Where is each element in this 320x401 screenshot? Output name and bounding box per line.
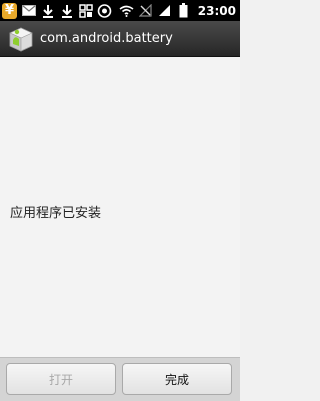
apps-icon — [78, 3, 93, 18]
yen-app-icon: ¥ — [2, 2, 17, 19]
gmail-icon — [21, 3, 36, 18]
download-icon — [40, 3, 55, 18]
battery-icon — [176, 3, 191, 18]
status-bar: ¥ 23:00 — [0, 0, 240, 21]
done-button[interactable]: 完成 — [122, 363, 232, 395]
chat-icon — [97, 3, 112, 18]
download-icon — [59, 3, 74, 18]
install-message: 应用程序已安装 — [10, 206, 102, 221]
wifi-icon — [119, 3, 134, 18]
app-title: com.android.battery — [40, 31, 173, 46]
button-bar: 打开 完成 — [0, 357, 240, 401]
system-icons: 23:00 — [119, 2, 236, 19]
status-time: 23:00 — [197, 3, 236, 18]
signal-off-icon — [138, 3, 153, 18]
title-bar: com.android.battery — [0, 21, 240, 57]
open-button[interactable]: 打开 — [6, 363, 116, 395]
install-result-panel: 应用程序已安装 — [0, 57, 240, 357]
package-icon — [8, 26, 34, 52]
signal-icon — [157, 3, 172, 18]
notification-icons: ¥ — [2, 2, 116, 19]
